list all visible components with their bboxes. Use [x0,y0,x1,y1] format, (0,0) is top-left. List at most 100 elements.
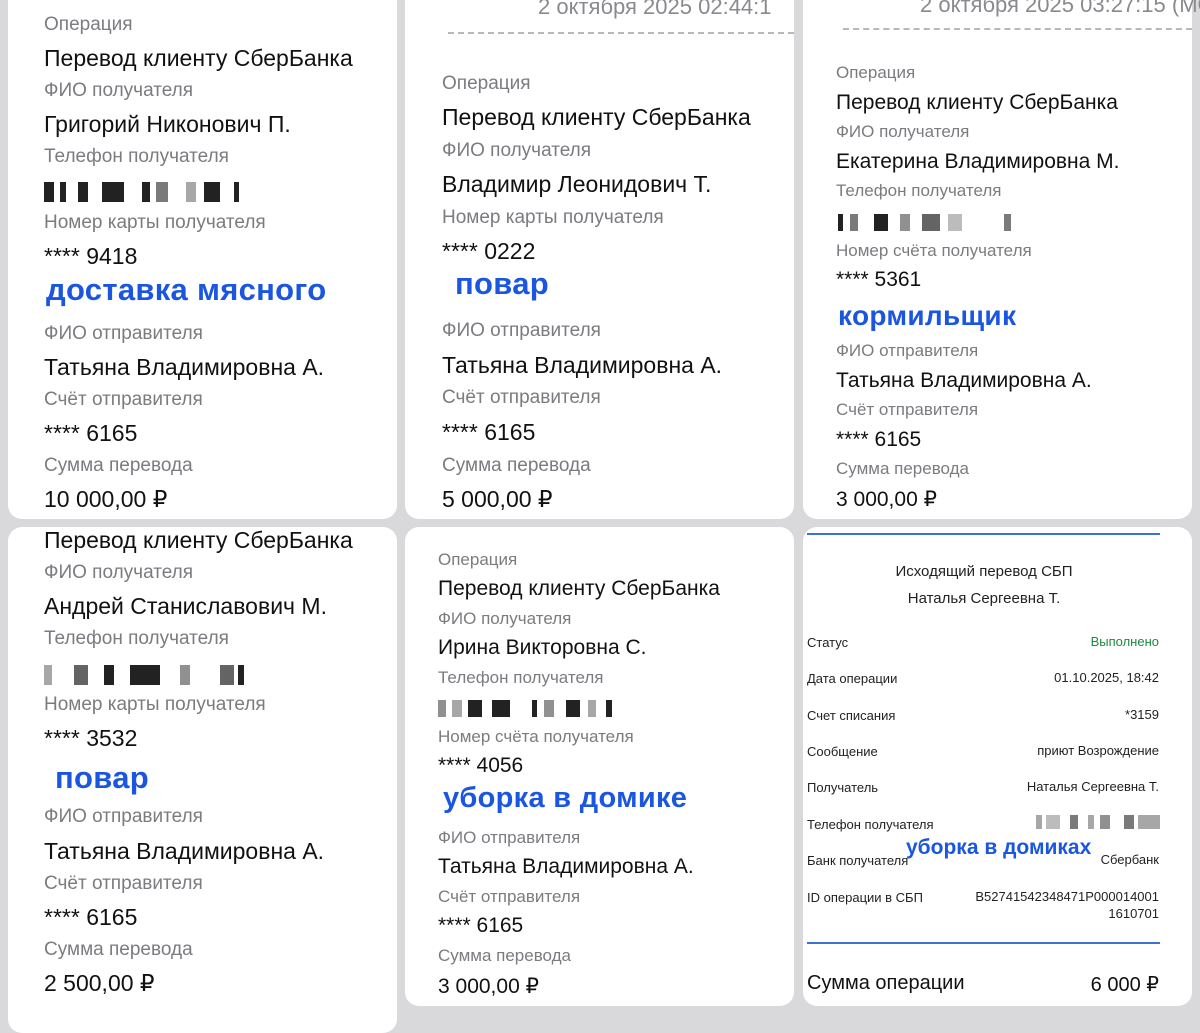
recipient-name-value: Владимир Леонидович Т. [442,171,712,197]
sbp-total-value: 6 000 ₽ [1090,974,1159,996]
sbp-phone-label: Телефон получателя [807,817,934,832]
phone-redacted [838,214,1013,231]
operation-date: 2 октября 2025 03:27:15 (МС [920,0,1200,17]
amount-value: 3 000,00 ₽ [438,975,539,998]
recipient-name-label: ФИО получателя [836,122,970,141]
operation-label: Операция [44,14,133,35]
sbp-id-value: B52741542348471P000014001 [975,889,1159,904]
sbp-bottom-divider [807,942,1160,944]
amount-label: Сумма перевода [44,455,193,476]
sender-name-label: ФИО отправителя [442,320,601,341]
recipient-name-label: ФИО получателя [438,609,572,628]
phone-redacted [44,182,244,202]
sender-name-label: ФИО отправителя [44,806,203,827]
sender-name-value: Татьяна Владимировна А. [836,369,1092,392]
recipient-phone-label: Телефон получателя [44,628,229,649]
sender-account-value: **** 6165 [438,914,524,937]
recipient-phone-label: Телефон получателя [836,181,1002,200]
sbp-subtitle: Наталья Сергеевна Т. [907,590,1061,607]
sbp-debit-account-value: *3159 [1125,707,1159,722]
recipient-name-value: Ирина Викторовна С. [438,636,647,659]
operation-date: 2 октября 2025 02:44:1 [538,0,772,19]
handwritten-note: доставка мясного [46,272,327,307]
sbp-status-value: Выполнено [1090,634,1159,649]
handwritten-note: повар [455,266,549,301]
recipient-name-label: ФИО получателя [44,80,194,101]
recipient-name-label: ФИО получателя [44,562,194,583]
sbp-phone-redacted [1036,815,1160,829]
operation-value: Перевод клиенту СберБанка [442,104,751,130]
sbp-bank-label: Банк получателя [807,853,909,868]
recipient-card-label: Номер карты получателя [44,212,266,233]
sender-account-value: **** 6165 [442,419,536,445]
sbp-status-label: Статус [807,635,849,650]
sbp-total-label: Сумма операции [807,972,965,994]
amount-label: Сумма перевода [442,455,591,476]
recipient-phone-label: Телефон получателя [44,146,229,167]
sender-account-label: Счёт отправителя [438,887,581,906]
handwritten-note: повар [55,760,149,795]
handwritten-note: уборка в домиках [906,836,1092,859]
operation-value: Перевод клиенту СберБанка [44,527,353,553]
sbp-top-divider [807,533,1160,535]
recipient-card-label: Номер карты получателя [442,207,664,228]
dashed-divider [448,32,794,34]
recipient-name-label: ФИО получателя [442,140,592,161]
recipient-name-value: Екатерина Владимировна М. [836,150,1120,173]
sender-account-value: **** 6165 [44,420,138,446]
sender-account-label: Счёт отправителя [442,387,601,408]
operation-label: Операция [438,550,518,569]
operation-value: Перевод клиенту СберБанка [44,45,353,71]
sbp-debit-account-label: Счет списания [807,708,896,723]
sender-name-label: ФИО отправителя [44,323,203,344]
dashed-divider [843,28,1192,30]
amount-label: Сумма перевода [836,459,970,478]
recipient-account-value: **** 5361 [836,268,922,291]
sender-account-label: Счёт отправителя [44,389,203,410]
sender-name-label: ФИО отправителя [438,828,581,847]
amount-value: 5 000,00 ₽ [442,486,553,512]
sbp-date-value: 01.10.2025, 18:42 [1054,670,1159,685]
sbp-message-value: приют Возрождение [1037,743,1159,758]
recipient-account-label: Номер счёта получателя [836,241,1032,260]
sbp-message-label: Сообщение [807,744,878,759]
sender-account-label: Счёт отправителя [44,873,203,894]
sender-name-value: Татьяна Владимировна А. [44,354,325,380]
phone-redacted [438,700,613,717]
sbp-date-label: Дата операции [807,671,898,686]
amount-value: 10 000,00 ₽ [44,486,168,512]
sbp-recipient-label: Получатель [807,780,879,795]
amount-value: 2 500,00 ₽ [44,970,155,996]
operation-value: Перевод клиенту СберБанка [836,91,1118,114]
operation-label: Операция [836,63,916,82]
operation-label: Операция [442,73,531,94]
recipient-card-label: Номер карты получателя [44,694,266,715]
recipient-name-value: Григорий Никонович П. [44,111,291,137]
sender-account-value: **** 6165 [44,904,138,930]
sender-name-value: Татьяна Владимировна А. [442,352,723,378]
amount-label: Сумма перевода [438,946,572,965]
sbp-bank-value: Сбербанк [1100,852,1159,867]
sbp-id-label: ID операции в СБП [807,890,923,905]
operation-value: Перевод клиенту СберБанка [438,577,720,600]
recipient-phone-label: Телефон получателя [438,668,604,687]
amount-value: 3 000,00 ₽ [836,488,937,511]
recipient-card-value: **** 9418 [44,243,138,269]
recipient-card-value: **** 3532 [44,725,138,751]
sender-account-value: **** 6165 [836,428,922,451]
sbp-recipient-value: Наталья Сергеевна Т. [1026,779,1159,794]
handwritten-note: кормильщик [838,300,1017,331]
sender-account-label: Счёт отправителя [836,400,979,419]
recipient-account-label: Номер счёта получателя [438,727,634,746]
sbp-title: Исходящий перевод СБП [895,563,1073,580]
recipient-card-value: **** 0222 [442,238,536,264]
handwritten-note: уборка в домике [443,782,688,814]
sender-name-value: Татьяна Владимировна А. [438,855,694,878]
recipient-name-value: Андрей Станиславович М. [44,593,327,619]
sender-name-value: Татьяна Владимировна А. [44,838,325,864]
phone-redacted [44,665,244,685]
sbp-id-value-cont: 1610701 [1108,906,1159,921]
recipient-account-value: **** 4056 [438,754,524,777]
amount-label: Сумма перевода [44,939,193,960]
sender-name-label: ФИО отправителя [836,341,979,360]
